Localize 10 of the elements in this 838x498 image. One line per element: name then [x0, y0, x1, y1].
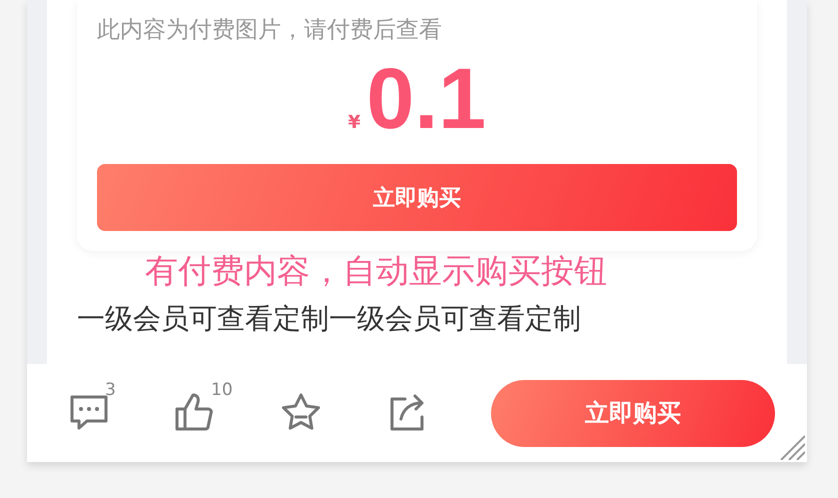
buy-button[interactable]: 立即购买: [97, 164, 737, 231]
buy-button[interactable]: 立即购买: [491, 380, 775, 446]
resize-grip-icon[interactable]: [779, 434, 805, 460]
count-label: 3: [105, 380, 116, 400]
count-label: 10: [211, 380, 233, 400]
notice-text: 有付费内容，自动显示购买按钮: [144, 251, 608, 291]
body-text: 一级会员可查看定制一级会员可查看定制: [77, 301, 582, 337]
currency-symbol: ¥: [348, 112, 360, 133]
paywall-hint: 此内容为付费图片，请付费后查看: [97, 16, 443, 44]
price: 0.1: [366, 54, 486, 144]
